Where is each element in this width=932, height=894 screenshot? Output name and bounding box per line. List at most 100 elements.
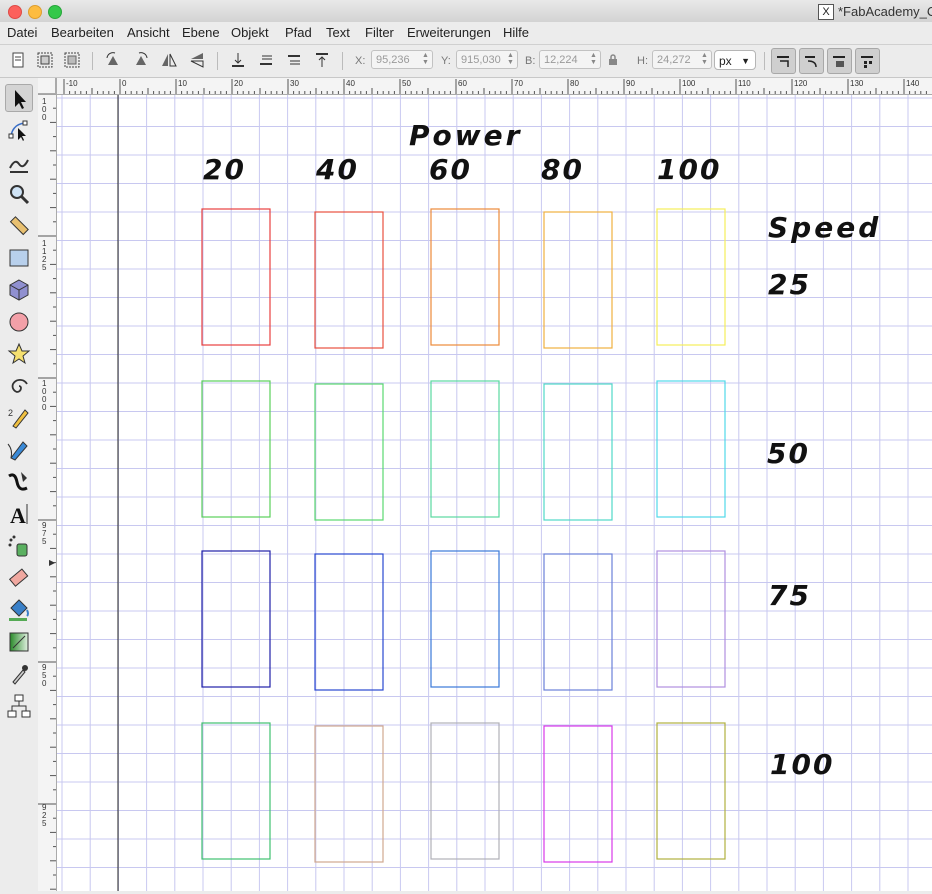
ruler-label: 0 — [122, 79, 127, 88]
spray-tool-icon[interactable] — [5, 532, 33, 560]
tweak-tool-icon[interactable] — [5, 148, 33, 176]
eraser-tool-icon[interactable] — [5, 564, 33, 592]
flip-vertical-icon[interactable] — [187, 50, 207, 70]
speed-value-100[interactable]: 100 — [770, 748, 834, 781]
ruler-label: 70 — [514, 79, 523, 88]
width-spinner[interactable]: ▲ ▼ — [589, 52, 598, 67]
gradient-tool-icon[interactable] — [5, 628, 33, 656]
rotate-ccw-icon[interactable] — [103, 50, 123, 70]
calligraphy-tool-icon[interactable] — [5, 468, 33, 496]
test-square-r2-c4[interactable] — [543, 383, 613, 521]
minimize-window-button[interactable] — [28, 5, 42, 19]
power-value-40[interactable]: 40 — [315, 153, 359, 186]
speed-value-25[interactable]: 25 — [768, 268, 811, 301]
speed-value-50[interactable]: 50 — [767, 437, 810, 470]
power-value-80[interactable]: 80 — [541, 153, 584, 186]
toolbox: 2 A — [0, 78, 39, 891]
vertical-ruler[interactable]: 1 0 0 1 1 2 5 1 0 0 0 9 7 5 9 5 0 9 2 5 … — [38, 78, 57, 891]
test-square-r1-c4[interactable] — [543, 211, 613, 349]
deselect-icon[interactable] — [62, 50, 82, 70]
width-field[interactable]: 12,224 ▲ ▼ — [539, 50, 601, 69]
test-square-r4-c2[interactable] — [314, 725, 384, 863]
y-label: Y: — [441, 55, 451, 67]
test-square-r3-c3[interactable] — [430, 550, 500, 688]
transform-gradients-toggle[interactable] — [827, 48, 852, 74]
menu-objekt[interactable]: Objekt — [231, 25, 269, 40]
menu-text[interactable]: Text — [326, 25, 350, 40]
scale-corners-toggle[interactable] — [799, 48, 824, 74]
zoom-tool-icon[interactable] — [5, 180, 33, 208]
zoom-window-button[interactable] — [48, 5, 62, 19]
lock-icon[interactable] — [606, 53, 620, 67]
ruler-label: 50 — [402, 79, 411, 88]
y-field[interactable]: 915,030 ▲ ▼ — [456, 50, 518, 69]
rectangle-tool-icon[interactable] — [5, 244, 33, 272]
test-square-r3-c5[interactable] — [656, 550, 726, 688]
unit-select[interactable]: px ▼ — [714, 50, 756, 70]
toolbar-separator — [764, 52, 765, 70]
ruler-label: 100 — [682, 79, 696, 88]
power-value-20[interactable]: 20 — [203, 153, 246, 186]
menu-erweiterungen[interactable]: Erweiterungen — [407, 25, 491, 40]
menu-hilfe[interactable]: Hilfe — [503, 25, 529, 40]
menu-ebene[interactable]: Ebene — [182, 25, 220, 40]
dropper-tool-icon[interactable] — [5, 660, 33, 688]
test-square-r4-c4[interactable] — [543, 725, 613, 863]
pen-tool-icon[interactable] — [5, 436, 33, 464]
measure-tool-icon[interactable] — [5, 212, 33, 240]
power-title[interactable]: Power — [409, 119, 522, 152]
test-square-r3-c2[interactable] — [314, 553, 384, 691]
select-all-layers-icon[interactable] — [35, 50, 55, 70]
svg-text:A: A — [10, 503, 26, 528]
speed-value-75[interactable]: 75 — [768, 579, 811, 612]
text-tool-icon[interactable]: A — [5, 500, 33, 528]
select-all-icon[interactable] — [8, 50, 28, 70]
rotate-cw-icon[interactable] — [131, 50, 151, 70]
paint-bucket-tool-icon[interactable] — [5, 596, 33, 624]
drawing-canvas[interactable]: Power 20 40 60 80 100 Speed 25 50 75 100 — [57, 95, 932, 891]
menu-datei[interactable]: Datei — [7, 25, 37, 40]
unit-value: px — [719, 54, 732, 68]
height-value: 24,272 — [657, 54, 691, 66]
menu-ansicht[interactable]: Ansicht — [127, 25, 170, 40]
close-window-button[interactable] — [8, 5, 22, 19]
height-field[interactable]: 24,272 ▲ ▼ — [652, 50, 712, 69]
ruler-label: -10 — [66, 79, 78, 88]
speed-title[interactable]: Speed — [768, 211, 881, 244]
x-field[interactable]: 95,236 ▲ ▼ — [371, 50, 433, 69]
test-squares[interactable] — [201, 208, 726, 863]
power-value-100[interactable]: 100 — [657, 153, 721, 186]
lower-to-bottom-icon[interactable] — [228, 50, 248, 70]
test-square-r1-c5[interactable] — [656, 208, 726, 346]
transform-patterns-toggle[interactable] — [855, 48, 880, 74]
menu-pfad[interactable]: Pfad — [285, 25, 312, 40]
node-tool-icon[interactable] — [5, 116, 33, 144]
ruler-label: 120 — [794, 79, 808, 88]
ruler-label: 20 — [234, 79, 243, 88]
pencil-tool-icon[interactable]: 2 — [5, 404, 33, 432]
y-spinner[interactable]: ▲ ▼ — [506, 52, 515, 67]
window-title: *FabAcademy_C — [838, 4, 932, 19]
power-value-60[interactable]: 60 — [429, 153, 472, 186]
raise-icon[interactable] — [284, 50, 304, 70]
scale-stroke-toggle[interactable] — [771, 48, 796, 74]
test-square-r1-c3[interactable] — [430, 208, 500, 346]
ellipse-tool-icon[interactable] — [5, 308, 33, 336]
menu-filter[interactable]: Filter — [365, 25, 394, 40]
menu-bearbeiten[interactable]: Bearbeiten — [51, 25, 114, 40]
ruler-label: 9 5 0 — [42, 663, 47, 688]
test-square-r3-c4[interactable] — [543, 553, 613, 691]
x-spinner[interactable]: ▲ ▼ — [421, 52, 430, 67]
star-tool-icon[interactable] — [5, 340, 33, 368]
spiral-tool-icon[interactable] — [5, 372, 33, 400]
horizontal-ruler[interactable]: -10 0 10 20 30 40 50 60 70 80 90 100 110… — [56, 78, 932, 95]
test-square-r2-c2[interactable] — [314, 383, 384, 521]
selector-tool-icon[interactable] — [5, 84, 33, 112]
connector-tool-icon[interactable] — [5, 692, 33, 720]
height-spinner[interactable]: ▲ ▼ — [700, 52, 709, 67]
lower-icon[interactable] — [256, 50, 276, 70]
3d-box-tool-icon[interactable] — [5, 276, 33, 304]
test-square-r1-c2[interactable] — [314, 211, 384, 349]
flip-horizontal-icon[interactable] — [159, 50, 179, 70]
raise-to-top-icon[interactable] — [312, 50, 332, 70]
